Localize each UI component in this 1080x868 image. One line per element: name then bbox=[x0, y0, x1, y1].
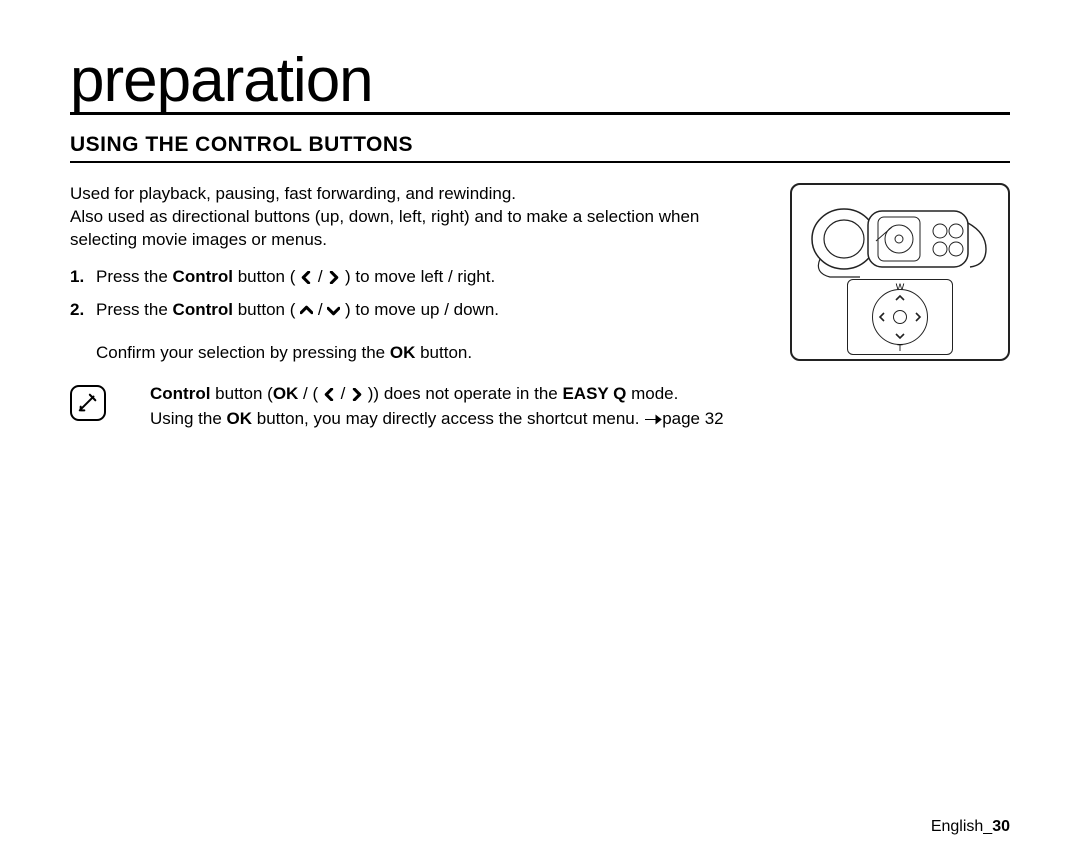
illustration-box: W T bbox=[790, 183, 1010, 361]
step-2-substep: Confirm your selection by pressing the O… bbox=[70, 342, 770, 365]
chevron-down-icon bbox=[327, 301, 340, 324]
note-icon bbox=[70, 385, 106, 421]
step-2: Press the Control button ( / ) to move u… bbox=[70, 299, 770, 324]
page-footer: English_30 bbox=[931, 818, 1010, 836]
dpad-label-t: T bbox=[897, 343, 903, 353]
intro-line-1: Used for playback, pausing, fast forward… bbox=[70, 184, 516, 203]
chevron-up-icon bbox=[895, 294, 905, 302]
steps-list: Press the Control button ( / ) to move l… bbox=[70, 266, 770, 324]
intro-paragraph: Used for playback, pausing, fast forward… bbox=[70, 183, 770, 252]
chevron-left-icon bbox=[878, 312, 886, 322]
page-title: preparation bbox=[70, 50, 1010, 115]
camcorder-illustration bbox=[800, 193, 1000, 285]
content-row: Used for playback, pausing, fast forward… bbox=[70, 183, 1010, 433]
step-1: Press the Control button ( / ) to move l… bbox=[70, 266, 770, 291]
dpad-center-button bbox=[893, 310, 907, 324]
manual-page: preparation USING THE CONTROL BUTTONS Us… bbox=[0, 0, 1080, 868]
chevron-left-icon bbox=[300, 268, 313, 291]
footer-page-number: 30 bbox=[992, 818, 1010, 835]
note-block: Control button (OK / ( / )) does not ope… bbox=[70, 383, 770, 433]
dpad-diagram: W T bbox=[847, 279, 953, 355]
chevron-down-icon bbox=[895, 332, 905, 340]
chevron-left-icon bbox=[323, 385, 336, 408]
chevron-right-icon bbox=[327, 268, 340, 291]
chevron-right-icon bbox=[350, 385, 363, 408]
note-text: Control button (OK / ( / )) does not ope… bbox=[120, 383, 724, 433]
chevron-right-icon bbox=[914, 312, 922, 322]
body-column: Used for playback, pausing, fast forward… bbox=[70, 183, 770, 433]
section-heading: USING THE CONTROL BUTTONS bbox=[70, 133, 1010, 163]
footer-language: English bbox=[931, 818, 983, 835]
intro-line-2: Also used as directional buttons (up, do… bbox=[70, 207, 699, 249]
chevron-up-icon bbox=[300, 301, 313, 324]
pointer-right-icon bbox=[644, 410, 662, 433]
